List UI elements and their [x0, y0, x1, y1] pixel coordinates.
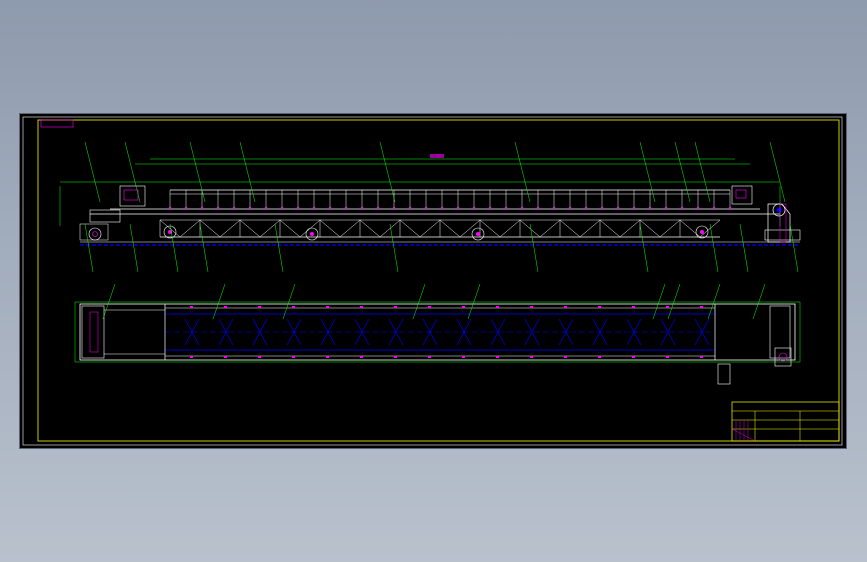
- support-wheels: [163, 225, 709, 241]
- conveyor-drawing: [22, 116, 843, 446]
- cad-drawing-canvas[interactable]: [20, 114, 846, 448]
- inner-border: [37, 119, 840, 442]
- title-block: [731, 401, 840, 442]
- elevation-view: [59, 141, 801, 273]
- frame-tag-box: [40, 119, 74, 128]
- outer-border: [22, 116, 843, 446]
- plan-view: [74, 283, 801, 385]
